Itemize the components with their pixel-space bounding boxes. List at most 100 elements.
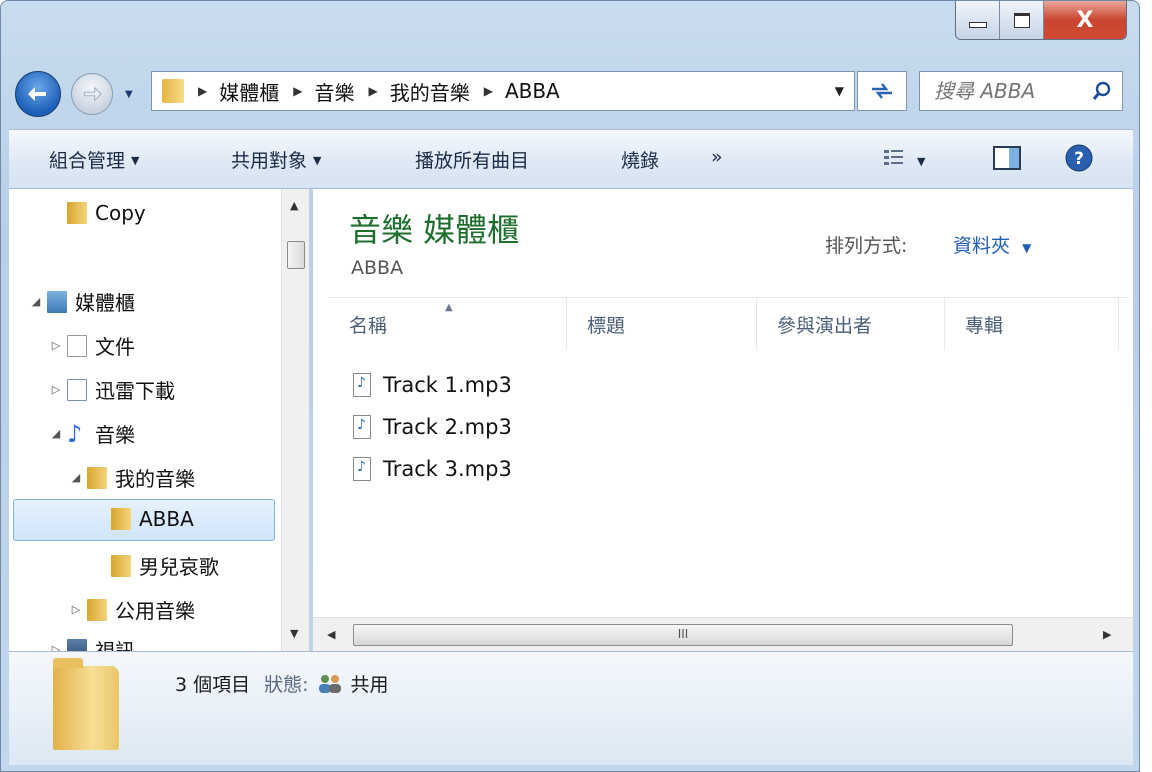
library-icon (47, 290, 67, 313)
scroll-up-icon[interactable]: ▲ (290, 199, 298, 212)
column-name[interactable]: 名稱 (329, 298, 567, 350)
nav-item-abba[interactable]: ABBA (111, 507, 194, 531)
scroll-right-icon[interactable]: ▶ (1103, 628, 1111, 641)
collapsed-arrow-icon[interactable]: ▷ (49, 339, 63, 352)
column-title[interactable]: 標題 (567, 298, 757, 350)
folder-icon (67, 202, 87, 224)
file-item[interactable]: ♪ Track 2.mp3 (353, 415, 512, 439)
collapsed-arrow-icon[interactable]: ▷ (49, 383, 63, 396)
nav-item-label: 男兒哀歌 (139, 555, 219, 579)
expanded-arrow-icon[interactable]: ◢ (69, 471, 83, 484)
close-button[interactable]: X (1044, 1, 1126, 39)
nav-item-libraries[interactable]: ◢ 媒體櫃 (29, 287, 135, 316)
audio-file-icon: ♪ (353, 415, 371, 439)
help-button[interactable]: ? (1065, 144, 1093, 177)
recent-pages-dropdown[interactable]: ▼ (125, 89, 133, 100)
file-name: Track 3.mp3 (383, 457, 512, 481)
music-folder-icon (87, 466, 107, 489)
search-icon[interactable] (1092, 81, 1112, 101)
details-summary: 3 個項目 狀態: 共用 (175, 670, 389, 697)
file-name: Track 1.mp3 (383, 373, 512, 397)
nav-item-label: 媒體櫃 (75, 291, 135, 315)
burn-button[interactable]: 燒錄 (621, 146, 659, 173)
chevron-down-icon: ▼ (313, 154, 322, 167)
video-library-icon (67, 638, 87, 651)
chevron-down-icon: ▼ (131, 154, 140, 167)
share-with-button[interactable]: 共用對象 ▼ (231, 146, 321, 173)
state-label: 狀態: (264, 674, 309, 696)
breadcrumb-separator-icon: ▶ (293, 84, 303, 98)
folder-icon (162, 79, 184, 103)
nav-item-public-music[interactable]: ▷ 公用音樂 (69, 595, 195, 624)
details-pane: 3 個項目 狀態: 共用 (9, 651, 1133, 765)
column-album[interactable]: 專輯 (945, 298, 1119, 350)
search-box[interactable] (919, 71, 1123, 111)
breadcrumb-label: 我的音樂 (389, 80, 470, 105)
nav-item-label: 文件 (95, 335, 135, 359)
refresh-button[interactable] (857, 71, 907, 111)
nav-item-videos[interactable]: ▷ 視訊 (49, 635, 135, 651)
breadcrumb-label: ABBA (504, 79, 560, 103)
arrow-right-icon (84, 86, 102, 102)
nav-vertical-scrollbar[interactable]: ▲ ▼ (281, 189, 309, 651)
library-title: 音樂 媒體櫃 (349, 211, 520, 249)
maximize-icon (1013, 12, 1030, 28)
scroll-down-icon[interactable]: ▼ (290, 627, 298, 640)
address-dropdown[interactable]: ▼ (835, 84, 844, 98)
scroll-left-icon[interactable]: ◀ (327, 628, 335, 641)
nav-item-my-music[interactable]: ◢ 我的音樂 (69, 463, 195, 492)
collapsed-arrow-icon[interactable]: ▷ (49, 643, 63, 651)
nav-item-downloads[interactable]: ▷ 迅雷下載 (49, 375, 175, 404)
organize-label: 組合管理 (49, 150, 126, 172)
collapsed-arrow-icon[interactable]: ▷ (69, 603, 83, 616)
content-horizontal-scrollbar[interactable]: ◀ III ▶ (313, 617, 1133, 651)
expanded-arrow-icon[interactable]: ◢ (49, 427, 63, 440)
back-button[interactable] (15, 71, 61, 117)
breadcrumb-item[interactable]: ▶ ABBA (484, 79, 560, 103)
folder-thumbnail-icon (53, 658, 119, 750)
more-commands-button[interactable]: » (711, 146, 723, 168)
nav-item-folder[interactable]: 男兒哀歌 (111, 551, 219, 580)
search-input[interactable] (932, 78, 1086, 104)
minimize-button[interactable] (956, 1, 1000, 39)
nav-item-music[interactable]: ◢ ♪ 音樂 (49, 419, 135, 448)
column-header: ▲ 名稱 標題 參與演出者 專輯 (329, 297, 1129, 350)
nav-item-label: 公用音樂 (115, 599, 195, 623)
nav-item-copy[interactable]: Copy (67, 201, 146, 225)
library-subtitle: ABBA (351, 257, 404, 279)
change-view-button[interactable]: ▼ (883, 148, 926, 173)
expanded-arrow-icon[interactable]: ◢ (29, 295, 43, 308)
caption-buttons: X (955, 1, 1127, 40)
close-icon: X (1076, 7, 1094, 33)
column-artist[interactable]: 參與演出者 (757, 298, 945, 350)
file-item[interactable]: ♪ Track 3.mp3 (353, 457, 512, 481)
arrange-by-label: 排列方式: (825, 235, 908, 257)
content-pane: 音樂 媒體櫃 ABBA 排列方式: 資料夾 ▼ ▲ 名稱 標題 參與演出者 專輯… (313, 189, 1133, 651)
arrange-by-dropdown[interactable]: 資料夾 ▼ (953, 231, 1031, 258)
file-name: Track 2.mp3 (383, 415, 512, 439)
state-value: 共用 (350, 674, 389, 696)
share-with-label: 共用對象 (231, 150, 308, 172)
view-list-icon (884, 150, 903, 165)
play-all-button[interactable]: 播放所有曲目 (415, 146, 529, 173)
arrow-left-icon (28, 87, 46, 101)
scroll-thumb[interactable]: III (353, 624, 1013, 646)
breadcrumb-label: 媒體櫃 (219, 80, 280, 105)
minimize-icon (968, 22, 987, 28)
scroll-thumb[interactable] (287, 241, 305, 269)
forward-button[interactable] (71, 73, 113, 115)
nav-item-label: 音樂 (95, 423, 135, 447)
preview-pane-button[interactable] (993, 146, 1021, 175)
breadcrumb-item[interactable]: ▶ 我的音樂 (368, 77, 469, 106)
breadcrumb-separator-icon: ▶ (368, 84, 378, 98)
nav-item-documents[interactable]: ▷ 文件 (49, 331, 135, 360)
svg-text:?: ? (1074, 149, 1084, 169)
file-item[interactable]: ♪ Track 1.mp3 (353, 373, 512, 397)
breadcrumb-item[interactable]: ▶ 音樂 (293, 77, 354, 106)
address-bar[interactable]: ▶ 媒體櫃 ▶ 音樂 ▶ 我的音樂 ▶ ABBA ▼ (151, 71, 855, 111)
organize-button[interactable]: 組合管理 ▼ (49, 146, 139, 173)
refresh-icon (872, 83, 892, 99)
breadcrumb-item[interactable]: ▶ 媒體櫃 (198, 77, 279, 106)
breadcrumb-separator-icon: ▶ (198, 84, 208, 98)
maximize-button[interactable] (1000, 1, 1044, 39)
